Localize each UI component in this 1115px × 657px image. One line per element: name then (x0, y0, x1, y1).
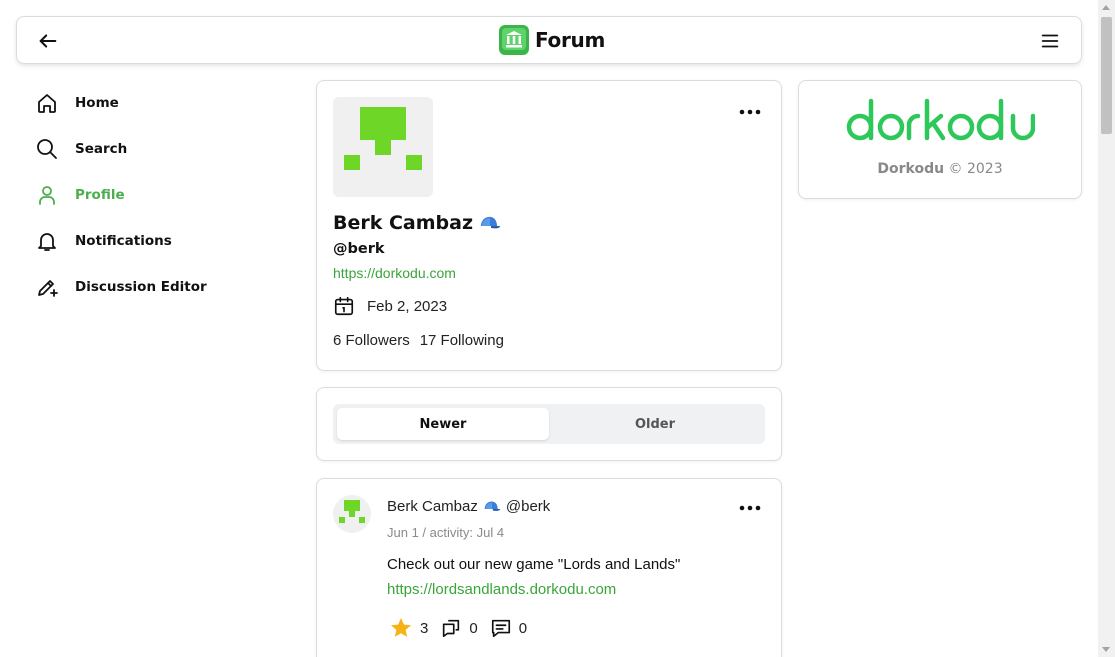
following-count[interactable]: 17 Following (420, 332, 504, 349)
sidebar-item-home[interactable]: Home (34, 80, 284, 126)
dorkodu-card[interactable]: Dorkodu © 2023 (798, 80, 1082, 199)
scroll-up-icon[interactable] (1102, 5, 1110, 10)
search-icon (37, 139, 57, 159)
post-link[interactable]: https://lordsandlands.dorkodu.com (387, 581, 616, 598)
more-options-icon[interactable] (739, 109, 761, 115)
star-icon (391, 618, 411, 637)
sidebar-item-label: Profile (75, 187, 125, 203)
post-meta: Jun 1 / activity: Jul 4 (387, 525, 505, 540)
post-author[interactable]: Berk Cambaz @berk (387, 498, 550, 515)
post-card[interactable]: Berk Cambaz @berk Jun 1 / activity: Jul … (316, 478, 782, 657)
sort-tabs-card: Newer Older (316, 387, 782, 461)
profile-card: Berk Cambaz @berk https://dorkodu.com Fe… (316, 80, 782, 371)
sidebar-item-search[interactable]: Search (34, 126, 284, 172)
top-bar: Forum (16, 16, 1082, 64)
sidebar-item-label: Home (75, 95, 119, 111)
dorkodu-logo (846, 98, 1035, 141)
followers-count[interactable]: 6 Followers (333, 332, 410, 349)
pen-plus-icon (38, 280, 58, 297)
home-icon (38, 94, 56, 113)
sidebar-item-label: Notifications (75, 233, 172, 249)
profile-handle: @berk (333, 241, 385, 257)
hamburger-icon[interactable] (1039, 30, 1061, 52)
arrow-left-icon[interactable] (37, 30, 59, 52)
post-avatar[interactable] (333, 495, 371, 533)
forum-logo-icon (499, 25, 529, 55)
comment-icon (491, 619, 510, 638)
cap-icon (481, 216, 501, 229)
tab-older[interactable]: Older (549, 408, 761, 440)
sidebar-item-profile[interactable]: Profile (34, 172, 284, 218)
star-count: 3 (420, 619, 429, 637)
profile-website-link[interactable]: https://dorkodu.com (333, 265, 456, 281)
sidebar: Home Search Profile Notifications Discus… (34, 80, 284, 310)
user-icon (39, 186, 55, 205)
scrollbar[interactable] (1098, 0, 1115, 657)
repost-icon (443, 619, 460, 638)
avatar (333, 97, 433, 197)
scrollbar-thumb[interactable] (1101, 17, 1112, 134)
sidebar-item-discussion-editor[interactable]: Discussion Editor (34, 264, 284, 310)
more-options-icon[interactable] (739, 505, 761, 511)
tab-newer[interactable]: Newer (337, 408, 549, 440)
sidebar-item-label: Search (75, 141, 128, 157)
follow-stats: 6 Followers 17 Following (333, 332, 504, 349)
dorkodu-copyright: Dorkodu © 2023 (877, 161, 1003, 177)
sidebar-item-label: Discussion Editor (75, 279, 207, 295)
scroll-down-icon[interactable] (1102, 647, 1110, 652)
repost-button[interactable]: 0 (440, 617, 478, 639)
bell-icon (38, 233, 56, 251)
star-button[interactable]: 3 (389, 616, 428, 640)
calendar-icon (334, 296, 354, 316)
repost-count: 0 (469, 619, 478, 637)
cap-icon (484, 501, 500, 511)
brand-title: Forum (535, 28, 606, 52)
profile-name: Berk Cambaz (333, 212, 501, 234)
comment-count: 0 (518, 619, 528, 637)
sort-tabs: Newer Older (333, 404, 765, 444)
post-text: Check out our new game "Lords and Lands" (387, 556, 681, 573)
comment-button[interactable]: 0 (490, 617, 527, 639)
sidebar-item-notifications[interactable]: Notifications (34, 218, 284, 264)
join-date: Feb 2, 2023 (333, 295, 447, 317)
brand[interactable]: Forum (498, 24, 605, 56)
post-actions: 3 0 0 (389, 616, 539, 640)
